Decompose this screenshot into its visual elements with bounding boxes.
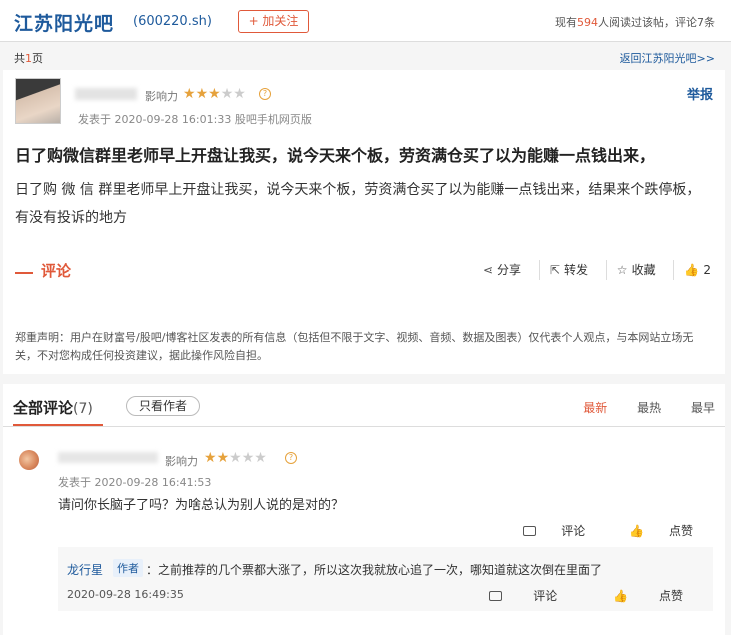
reply-like-button[interactable]: 👍 点赞 [587,589,683,603]
comment-date: 发表于 2020-09-28 16:41:53 [58,476,212,489]
comments-count: (7) [73,401,93,417]
read-count: 594 [577,16,598,29]
top-bar: 江苏阳光吧 (600220.sh) + 加关注 现有594人阅读过该帖，评论7条 [0,0,731,42]
star-outline-icon: ☆ [616,263,628,277]
follow-button[interactable]: + 加关注 [238,10,309,33]
help-icon[interactable]: ? [259,88,271,100]
stock-code[interactable]: (600220.sh) [133,14,212,29]
help-icon[interactable]: ? [285,452,297,464]
post-body: 日了购 微 信 群里老师早上开盘让我买，说今天来个板，劳资满仓买了以为能赚一点钱… [15,182,701,226]
star-empty-icon: ★ [241,450,255,466]
post-actions: ⋖ 分享 ⇱ 转发 ☆ 收藏 👍 2 [483,260,711,280]
repost-button[interactable]: ⇱ 转发 [538,260,588,280]
comments-section: 全部评论(7) 只看作者 最新 最热 最早 影响力 ★★★★★ ? 发表于 20… [3,384,725,635]
page-bar: 共1页 返回江苏阳光吧>> [0,42,731,68]
comment-icon [489,591,503,601]
post-title: 日了购微信群里老师早上开盘让我买，说今天来个板，劳资满仓买了以为能赚一点钱出来， [15,146,656,165]
report-button[interactable]: 举报 [687,84,713,103]
half-star-icon: ★ [208,86,221,102]
reply-actions: 评论 👍 点赞 [437,587,683,604]
avatar[interactable] [15,78,61,124]
influence-label: 影响力 [165,455,198,468]
reply-box: 龙行星 作者 ：之前推荐的几个票都大涨了，所以这次我就放心追了一次，哪知道就这次… [58,547,713,611]
repost-icon: ⇱ [549,263,560,277]
star-empty-icon: ★ [254,450,267,466]
sort-hottest[interactable]: 最热 [637,401,661,415]
page-count: 共1页 [14,52,43,65]
comment-like-button[interactable]: 👍 点赞 [609,524,693,538]
reply-author[interactable]: 龙行星 [67,561,103,578]
comment-text: 请问你长脑子了吗？为啥总认为别人说的是对的？ [58,498,345,513]
collect-button[interactable]: ☆ 收藏 [605,260,656,280]
reply-comment-button[interactable]: 评论 [463,589,557,603]
share-icon: ⋖ [482,263,494,277]
like-button[interactable]: 👍 2 [673,260,711,280]
disclaimer: 郑重声明：用户在财富号/股吧/博客社区发表的所有信息（包括但不限于文字、视频、音… [15,331,694,362]
read-info: 现有594人阅读过该帖，评论7条 [555,16,715,29]
star-empty-icon: ★ [233,86,246,102]
reply-date: 2020-09-28 16:49:35 [67,588,184,601]
back-link[interactable]: 返回江苏阳光吧>> [620,50,715,66]
pen-icon [15,272,33,274]
author-badge: 作者 [113,559,143,577]
thumb-up-icon: 👍 [684,263,700,277]
comment-reply-button[interactable]: 评论 [503,524,585,538]
influence-stars: ★★★★★ [183,86,246,102]
avatar[interactable] [19,450,39,470]
influence-label: 影响力 [145,90,178,103]
reply-text: ：之前推荐的几个票都大涨了，所以这次我就放心追了一次，哪知道就这次倒在里面了 [146,563,603,577]
thumb-up-icon: 👍 [629,524,644,538]
post-card: 影响力 ★★★★★ ? 举报 发表于 2020-09-28 16:01:33 股… [3,70,725,374]
star-icon: ★ [183,86,196,102]
divider [3,426,725,427]
comment-actions: 评论 👍 点赞 [483,522,693,539]
star-empty-icon: ★ [220,86,234,102]
sort-newest[interactable]: 最新 [583,401,607,415]
influence-stars: ★★★★★ [204,450,267,466]
star-icon: ★ [204,450,217,466]
forum-title[interactable]: 江苏阳光吧 [14,9,114,36]
comment-icon [523,526,537,536]
thumb-up-icon: 👍 [613,589,628,603]
share-button[interactable]: ⋖ 分享 [483,260,521,280]
sort-oldest[interactable]: 最早 [691,401,715,415]
username-blurred[interactable] [58,452,158,463]
comments-title: 全部评论(7) [13,399,93,417]
username-blurred[interactable] [75,88,137,100]
star-empty-icon: ★ [229,450,242,466]
sort-tabs: 最新 最热 最早 [557,399,715,416]
only-author-button[interactable]: 只看作者 [126,396,200,416]
half-star-icon: ★ [216,450,230,466]
star-icon: ★ [195,86,209,102]
post-date: 发表于 2020-09-28 16:01:33 股吧手机网页版 [78,113,312,126]
comment-button[interactable]: 评论 [15,260,71,281]
